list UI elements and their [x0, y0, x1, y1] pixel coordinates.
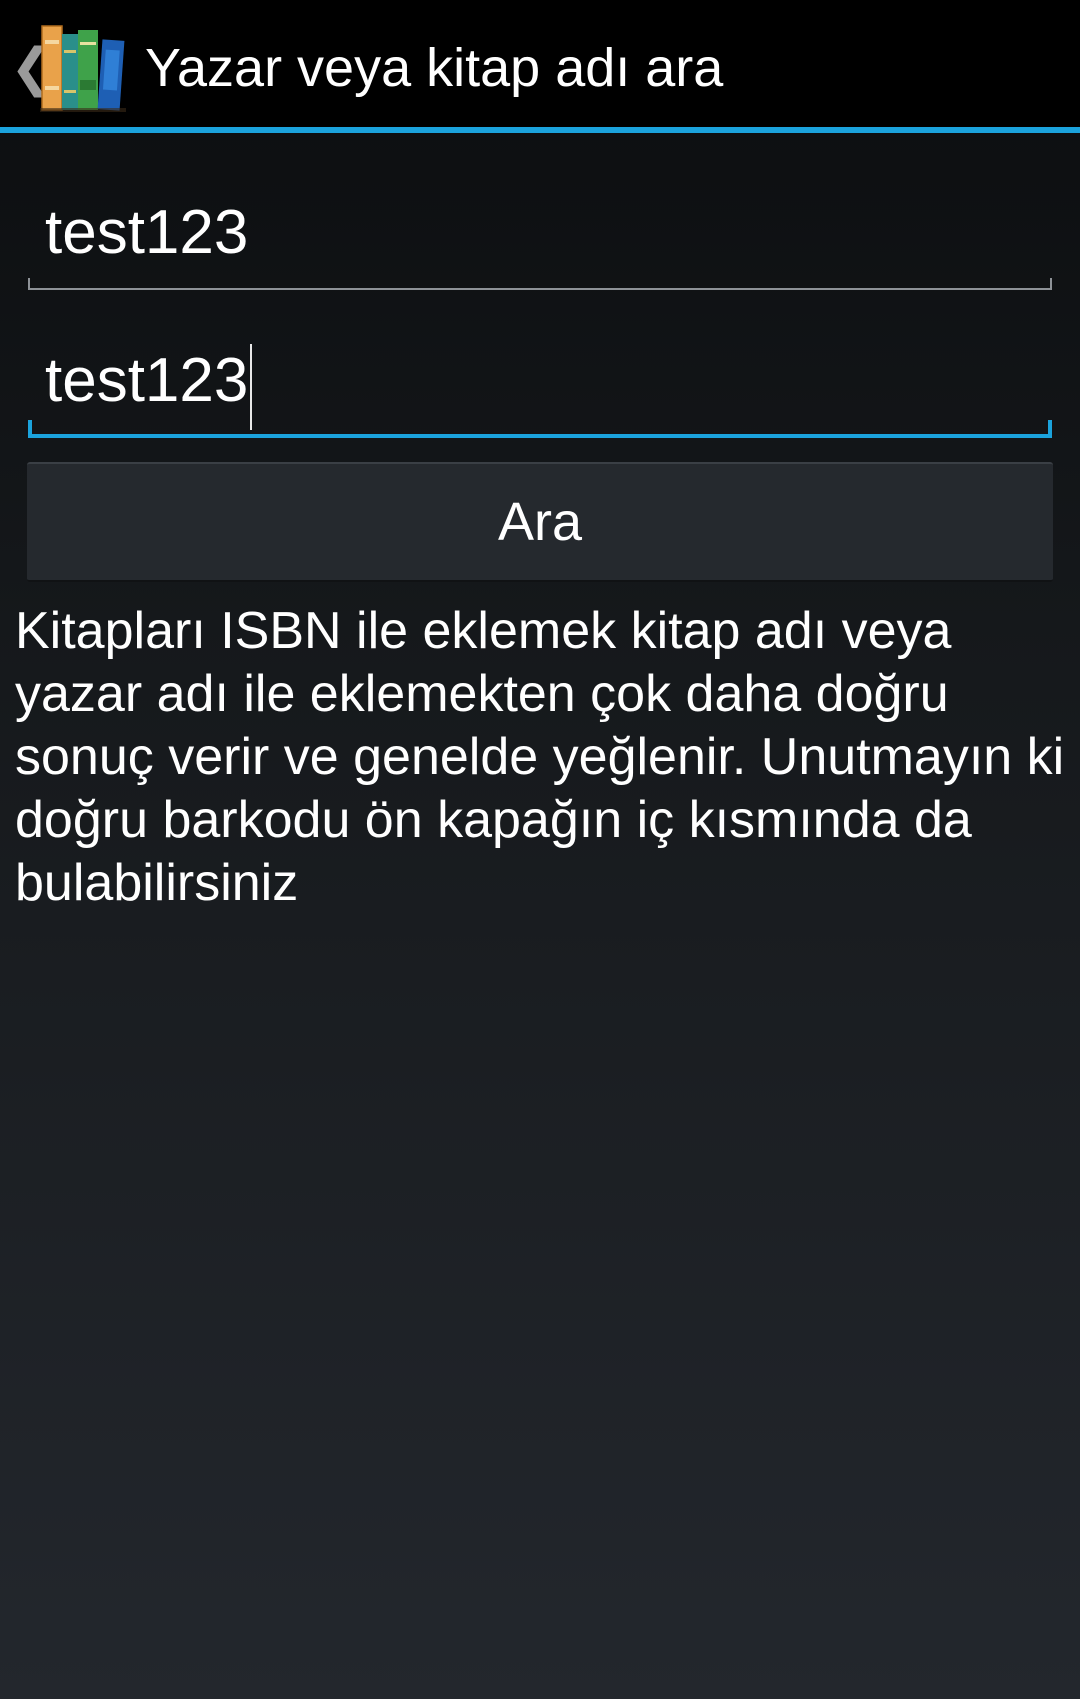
- chevron-left-icon[interactable]: ❮: [10, 38, 54, 98]
- field-underline-tick-right: [1048, 420, 1052, 434]
- action-bar: ❮ Yazar veya kitap adı ara: [0, 0, 1080, 133]
- author-search-field[interactable]: test123: [28, 198, 1052, 290]
- author-search-field-value: test123: [45, 198, 248, 268]
- text-cursor: [250, 344, 253, 430]
- field-underline-tick-left: [28, 420, 32, 434]
- field-underline-tick-left: [28, 278, 30, 288]
- field-underline-tick-right: [1050, 278, 1052, 288]
- isbn-hint-text: Kitapları ISBN ile eklemek kitap adı vey…: [15, 602, 1065, 912]
- author-field-text: test123: [45, 198, 249, 267]
- books-icon[interactable]: [40, 20, 126, 112]
- title-search-field-value: test123: [45, 344, 253, 430]
- title-field-text: test123: [45, 346, 249, 415]
- page-title: Yazar veya kitap adı ara: [145, 38, 724, 98]
- search-button[interactable]: Ara: [27, 462, 1053, 582]
- title-search-field[interactable]: test123: [28, 344, 1052, 438]
